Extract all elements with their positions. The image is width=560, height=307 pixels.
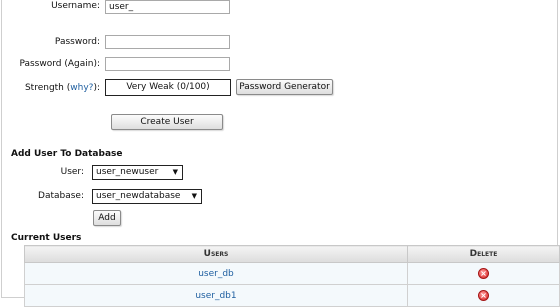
password-label: Password: (54, 37, 100, 47)
database-select-value: user_newdatabase (96, 191, 181, 201)
database-select[interactable]: user_newdatabase ▼ (92, 189, 202, 204)
table-row: user_db1 × (24, 284, 560, 307)
strength-label-group: Strength (why?): (0, 83, 100, 93)
username-label: Username: (51, 1, 100, 11)
delete-cell: × (407, 284, 560, 307)
strength-label: Strength (24, 83, 64, 93)
chevron-down-icon: ▼ (172, 168, 178, 176)
user-name-cell[interactable]: user_db (24, 262, 408, 285)
delete-icon[interactable]: × (478, 268, 489, 279)
password-again-label: Password (Again): (19, 59, 100, 69)
user-select[interactable]: user_newuser ▼ (92, 165, 183, 180)
current-users-heading: Current Users (11, 233, 82, 243)
delete-icon[interactable]: × (478, 290, 489, 301)
table-row: user_db × (24, 262, 560, 285)
why-link[interactable]: why? (70, 83, 93, 93)
password-again-input[interactable] (105, 57, 230, 71)
username-value: user_ (109, 2, 134, 12)
create-user-button[interactable]: Create User (111, 114, 223, 130)
strength-meter: Very Weak (0/100) (105, 79, 231, 96)
password-generator-button[interactable]: Password Generator (236, 79, 333, 95)
database-select-label: Database: (38, 191, 84, 201)
delete-cell: × (407, 262, 560, 285)
current-users-table: Users Delete user_db × user_db1 × (24, 245, 560, 307)
username-input[interactable]: user_ (105, 0, 230, 14)
add-button[interactable]: Add (93, 210, 121, 226)
user-name-cell[interactable]: user_db1 (24, 284, 408, 307)
user-select-value: user_newuser (96, 167, 159, 177)
user-select-label: User: (60, 167, 84, 177)
delete-column-header: Delete (407, 245, 560, 263)
password-input[interactable] (105, 35, 230, 49)
chevron-down-icon: ▼ (191, 192, 197, 200)
users-column-header[interactable]: Users (24, 245, 408, 263)
add-user-to-database-heading: Add User To Database (11, 149, 123, 159)
strength-close: ): (93, 83, 100, 93)
